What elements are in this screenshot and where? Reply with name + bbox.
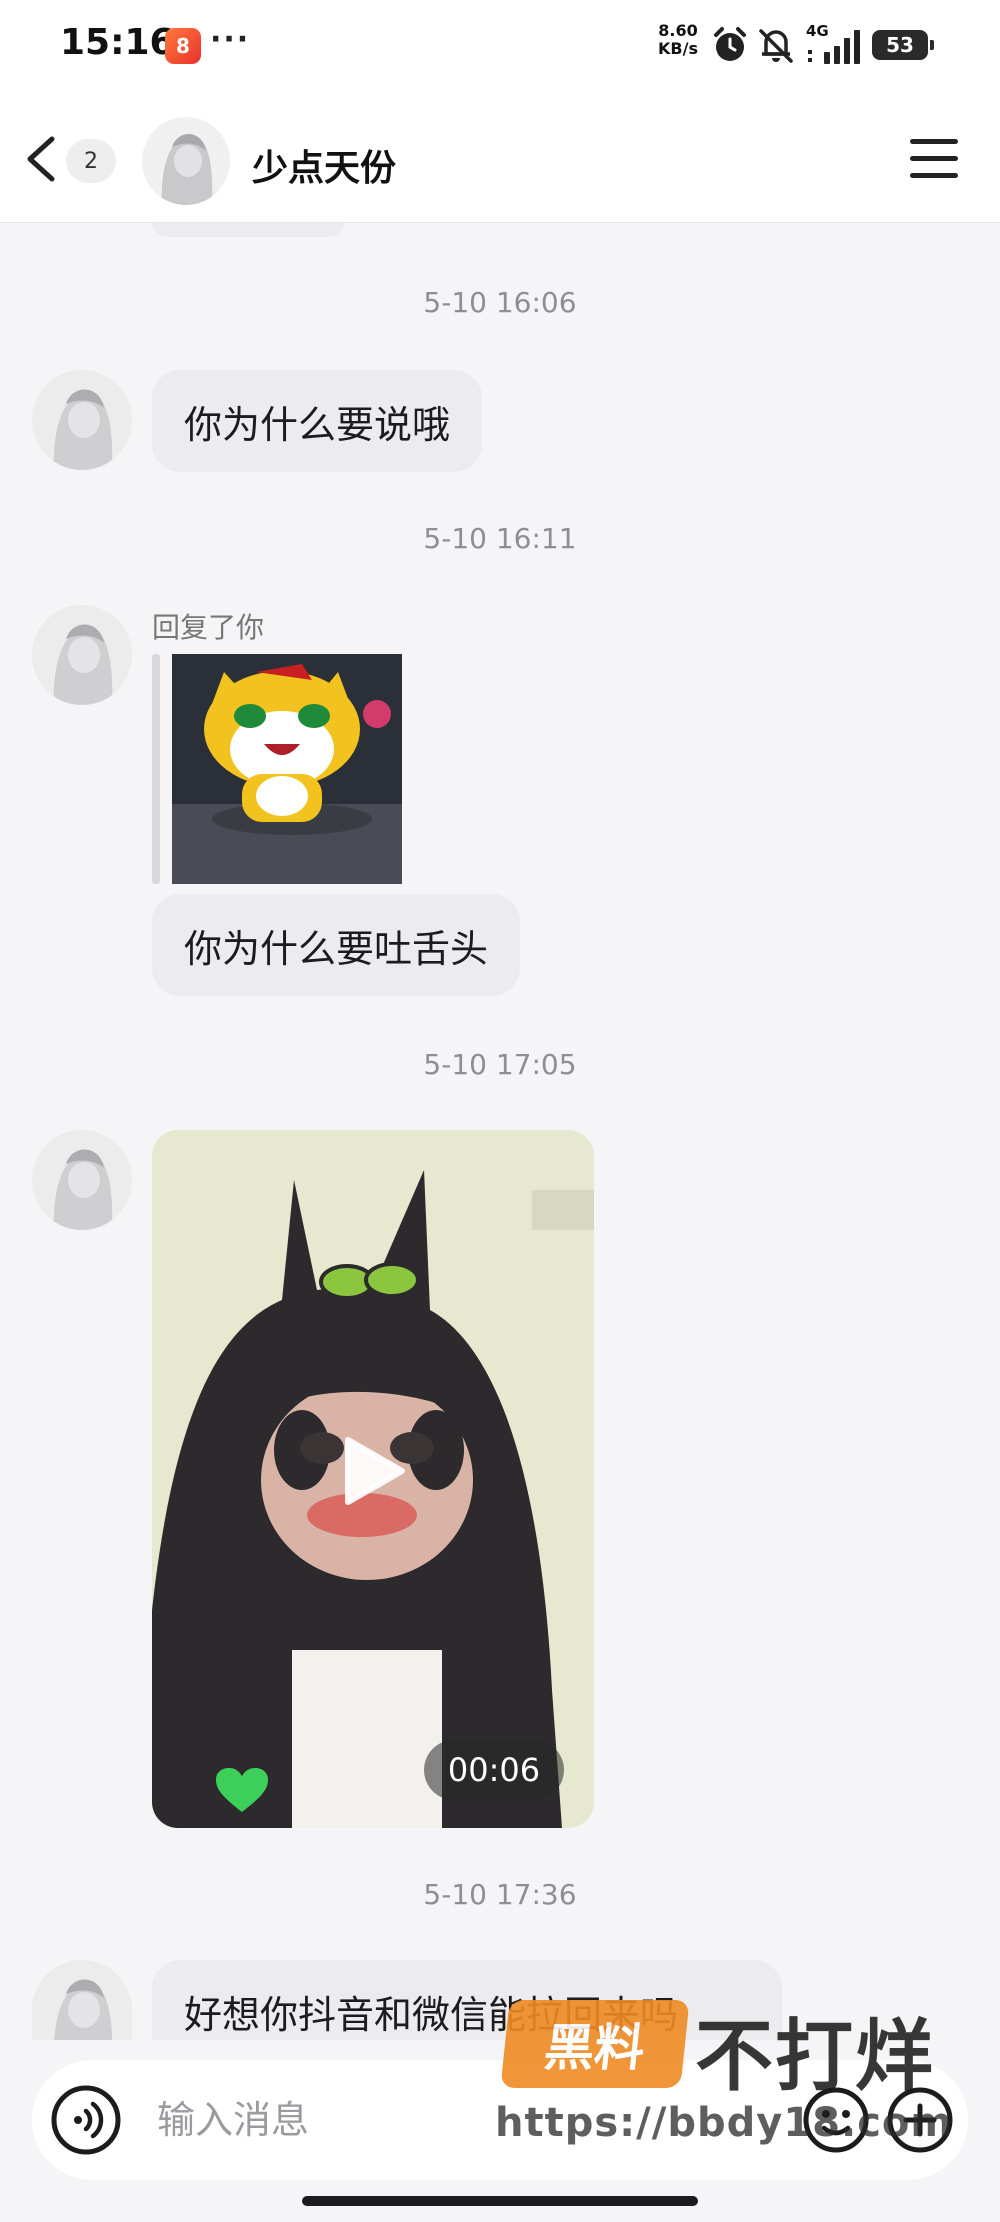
battery-icon: 53 (872, 30, 934, 60)
contact-avatar[interactable] (142, 117, 230, 205)
menu-icon[interactable] (908, 139, 960, 183)
message-input[interactable] (157, 2090, 757, 2150)
message-bubble[interactable]: 你为什么要吐舌头 (152, 894, 521, 996)
replied-sticker-image[interactable] (172, 654, 402, 884)
alarm-icon (714, 27, 746, 61)
message-timestamp: 5-10 16:11 (423, 522, 577, 555)
emoji-icon[interactable] (800, 2084, 872, 2156)
play-icon[interactable] (338, 1436, 408, 1506)
contact-name[interactable]: 少点天份 (252, 139, 396, 191)
message-input-container[interactable] (32, 2060, 968, 2180)
message-timestamp: 5-10 16:06 (423, 286, 577, 319)
network-speed-unit: KB/s (658, 39, 698, 58)
message-text: 你为什么要说哦 (184, 402, 451, 447)
unread-count-badge[interactable]: 2 (66, 139, 116, 183)
signal-icon (808, 30, 860, 64)
video-duration: 00:06 (424, 1740, 564, 1800)
battery-level: 53 (886, 33, 914, 57)
sender-avatar[interactable] (32, 370, 132, 470)
message-bubble[interactable]: 好想你抖音和微信能拉回来吗 (152, 1960, 782, 2040)
chat-header: 2 少点天份 (0, 95, 1000, 223)
back-arrow-icon[interactable] (18, 133, 66, 185)
sender-avatar[interactable] (32, 1130, 132, 1230)
input-bar (0, 2040, 1000, 2222)
sender-avatar[interactable] (32, 1960, 132, 2040)
message-text: 你为什么要吐舌头 (184, 926, 489, 971)
app-notification-icon: 8 (165, 28, 201, 64)
more-notifications-icon: ··· (210, 22, 251, 57)
video-message[interactable]: 00:06 (152, 1130, 594, 1828)
signal-indicator: 4G (806, 22, 862, 66)
reply-label: 回复了你 (152, 611, 265, 644)
heart-icon (216, 1768, 268, 1812)
network-speed: 8.60 KB/s (658, 22, 698, 58)
plus-icon[interactable] (884, 2084, 956, 2156)
message-bubble[interactable]: 你为什么要说哦 (152, 370, 483, 472)
mute-icon (759, 29, 793, 63)
sender-avatar[interactable] (32, 605, 132, 705)
reply-quote-bar (152, 654, 160, 884)
chat-screen: 15:16 8 ··· 8.60 KB/s 4G 53 2 少点天份 5-10 … (0, 0, 1000, 2222)
message-timestamp: 5-10 17:36 (423, 1878, 577, 1911)
network-speed-value: 8.60 (658, 21, 698, 40)
status-bar: 15:16 8 ··· 8.60 KB/s 4G 53 (0, 0, 1000, 95)
status-time: 15:16 (60, 22, 175, 63)
previous-message-bubble (152, 223, 344, 237)
message-timestamp: 5-10 17:05 (423, 1048, 577, 1081)
message-text: 好想你抖音和微信能拉回来吗 (184, 1993, 679, 2037)
voice-icon[interactable] (50, 2084, 122, 2156)
home-indicator[interactable] (302, 2196, 698, 2206)
